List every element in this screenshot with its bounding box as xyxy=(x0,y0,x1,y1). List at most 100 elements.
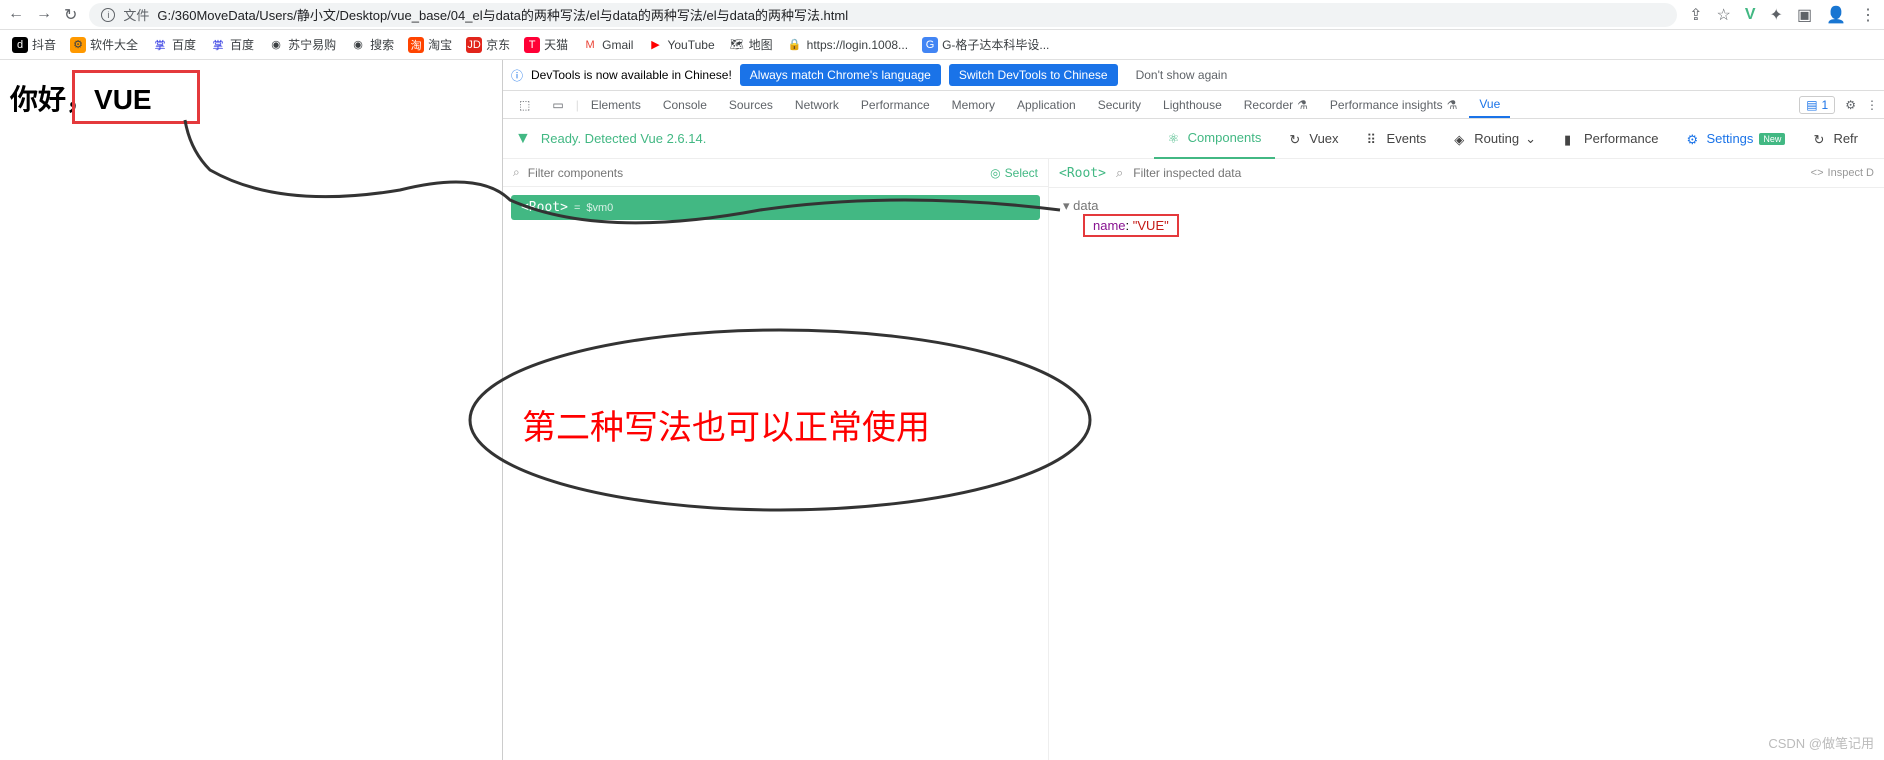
search-icon: ⌕ xyxy=(1116,165,1123,181)
bookmark-item[interactable]: ⚙软件大全 xyxy=(70,36,138,53)
browser-toolbar: ← → ↻ i 文件 G:/360MoveData/Users/静小文/Desk… xyxy=(0,0,1884,30)
address-bar[interactable]: i 文件 G:/360MoveData/Users/静小文/Desktop/vu… xyxy=(89,3,1677,27)
gmail-icon: M xyxy=(582,37,598,53)
tmall-icon: T xyxy=(524,37,540,53)
data-property-row[interactable]: name: "VUE" xyxy=(1083,214,1179,237)
vue-toolbar: ▼ Ready. Detected Vue 2.6.14. ⚛Component… xyxy=(503,119,1884,159)
filter-components-input[interactable] xyxy=(528,166,982,180)
profile-icon[interactable]: 👤 xyxy=(1826,5,1846,25)
settings-icon[interactable]: ⚙ xyxy=(1845,98,1856,112)
vuex-icon: ↻ xyxy=(1289,132,1303,146)
window-icon[interactable]: ▣ xyxy=(1797,5,1812,25)
bookmark-item[interactable]: GG-格子达本科毕设... xyxy=(922,36,1049,53)
tab-events[interactable]: ⠿Events xyxy=(1353,119,1441,159)
lock-icon: 🔒 xyxy=(787,37,803,53)
douyin-icon: d xyxy=(12,37,28,53)
taobao-icon: 淘 xyxy=(408,37,424,53)
tab-routing[interactable]: ◈Routing ⌄ xyxy=(1440,119,1550,159)
vue-extension-icon[interactable]: V xyxy=(1745,6,1756,24)
bookmark-item[interactable]: 掌百度 xyxy=(152,36,196,53)
more-icon[interactable]: ⋮ xyxy=(1866,98,1878,112)
tab-components[interactable]: ⚛Components xyxy=(1154,119,1276,159)
search-icon: ◉ xyxy=(350,37,366,53)
bookmarks-bar: d抖音 ⚙软件大全 掌百度 掌百度 ◉苏宁易购 ◉搜索 淘淘宝 JD京东 T天猫… xyxy=(0,30,1884,60)
tab-vuex[interactable]: ↻Vuex xyxy=(1275,119,1352,159)
bookmark-item[interactable]: T天猫 xyxy=(524,36,568,53)
vue-body: ⌕ ◎Select <Root> = $vm0 <Root> ⌕ xyxy=(503,159,1884,760)
data-section-toggle[interactable]: ▾ data xyxy=(1063,198,1870,214)
inspector-panel: <Root> ⌕ <>Inspect D ▾ data name: "VUE" xyxy=(1049,159,1884,760)
bookmark-item[interactable]: MGmail xyxy=(582,37,633,53)
bookmark-item[interactable]: 淘淘宝 xyxy=(408,36,452,53)
vue-logo-icon: ▼ xyxy=(515,130,531,148)
url-text: G:/360MoveData/Users/静小文/Desktop/vue_bas… xyxy=(157,5,848,24)
issues-badge[interactable]: ▤ 1 xyxy=(1799,96,1835,114)
tab-performance[interactable]: Performance xyxy=(851,91,940,118)
components-panel: ⌕ ◎Select <Root> = $vm0 xyxy=(503,159,1049,760)
tab-perf-insights[interactable]: Performance insights ⚗ xyxy=(1320,91,1467,118)
bookmark-item[interactable]: ◉搜索 xyxy=(350,36,394,53)
flask-icon: ⚗ xyxy=(1297,98,1308,112)
youtube-icon: ▶ xyxy=(647,37,663,53)
tab-lighthouse[interactable]: Lighthouse xyxy=(1153,91,1232,118)
refresh-icon: ↻ xyxy=(1813,132,1827,146)
tab-elements[interactable]: Elements xyxy=(581,91,651,118)
reload-button[interactable]: ↻ xyxy=(64,5,77,25)
toolbar-icons: ⇪ ☆ V ✦ ▣ 👤 ⋮ xyxy=(1689,5,1876,25)
root-component-row[interactable]: <Root> = $vm0 xyxy=(511,195,1040,220)
match-language-button[interactable]: Always match Chrome's language xyxy=(740,64,941,86)
bookmark-item[interactable]: ▶YouTube xyxy=(647,37,714,53)
code-icon: <> xyxy=(1811,167,1824,179)
vue-ready-text: Ready. Detected Vue 2.6.14. xyxy=(541,131,707,146)
tab-network[interactable]: Network xyxy=(785,91,849,118)
page-content: 你好，VUE xyxy=(0,60,502,760)
inspect-dom-button[interactable]: <>Inspect D xyxy=(1811,167,1874,179)
tab-application[interactable]: Application xyxy=(1007,91,1086,118)
info-icon: ⓘ xyxy=(511,67,523,84)
watermark: CSDN @做笔记用 xyxy=(1768,733,1874,752)
devtools-tabs: ⬚ ▭ | Elements Console Sources Network P… xyxy=(503,91,1884,119)
root-label: <Root> xyxy=(1059,166,1106,181)
tab-memory[interactable]: Memory xyxy=(942,91,1005,118)
refresh-button[interactable]: ↻Refr xyxy=(1799,119,1872,159)
dont-show-button[interactable]: Don't show again xyxy=(1126,64,1238,86)
star-icon[interactable]: ☆ xyxy=(1717,5,1731,25)
select-button[interactable]: ◎Select xyxy=(990,166,1038,180)
baidu-icon: 掌 xyxy=(210,37,226,53)
devtools-notice: ⓘ DevTools is now available in Chinese! … xyxy=(503,60,1884,91)
bookmark-item[interactable]: 🗺地图 xyxy=(729,36,773,53)
suning-icon: ◉ xyxy=(268,37,284,53)
back-button[interactable]: ← xyxy=(8,5,24,25)
target-icon: ◎ xyxy=(990,166,1000,180)
annotation-text: 第二种写法也可以正常使用 xyxy=(522,400,930,449)
component-tree: <Root> = $vm0 xyxy=(503,187,1048,228)
tab-performance[interactable]: ▮Performance xyxy=(1550,119,1672,159)
info-icon: i xyxy=(101,8,115,22)
switch-chinese-button[interactable]: Switch DevTools to Chinese xyxy=(949,64,1118,86)
file-label: 文件 xyxy=(123,5,149,24)
notice-text: DevTools is now available in Chinese! xyxy=(531,68,732,82)
tab-settings[interactable]: ⚙Settings New xyxy=(1672,119,1799,159)
tab-sources[interactable]: Sources xyxy=(719,91,783,118)
components-search-bar: ⌕ ◎Select xyxy=(503,159,1048,187)
filter-data-input[interactable] xyxy=(1133,166,1800,180)
menu-icon[interactable]: ⋮ xyxy=(1860,5,1876,25)
inspect-icon[interactable]: ⬚ xyxy=(509,91,540,118)
bookmark-item[interactable]: 🔒https://login.1008... xyxy=(787,37,908,53)
grid-icon: G xyxy=(922,37,938,53)
bookmark-item[interactable]: d抖音 xyxy=(12,36,56,53)
tab-recorder[interactable]: Recorder ⚗ xyxy=(1234,91,1318,118)
tab-security[interactable]: Security xyxy=(1088,91,1151,118)
maps-icon: 🗺 xyxy=(729,37,745,53)
forward-button[interactable]: → xyxy=(36,5,52,25)
tab-vue[interactable]: Vue xyxy=(1469,91,1510,118)
share-icon[interactable]: ⇪ xyxy=(1689,5,1702,25)
tab-console[interactable]: Console xyxy=(653,91,717,118)
bookmark-item[interactable]: JD京东 xyxy=(466,36,510,53)
bookmark-item[interactable]: ◉苏宁易购 xyxy=(268,36,336,53)
bookmark-item[interactable]: 掌百度 xyxy=(210,36,254,53)
performance-icon: ▮ xyxy=(1564,132,1578,146)
software-icon: ⚙ xyxy=(70,37,86,53)
extensions-icon[interactable]: ✦ xyxy=(1770,5,1783,25)
device-icon[interactable]: ▭ xyxy=(542,91,573,118)
